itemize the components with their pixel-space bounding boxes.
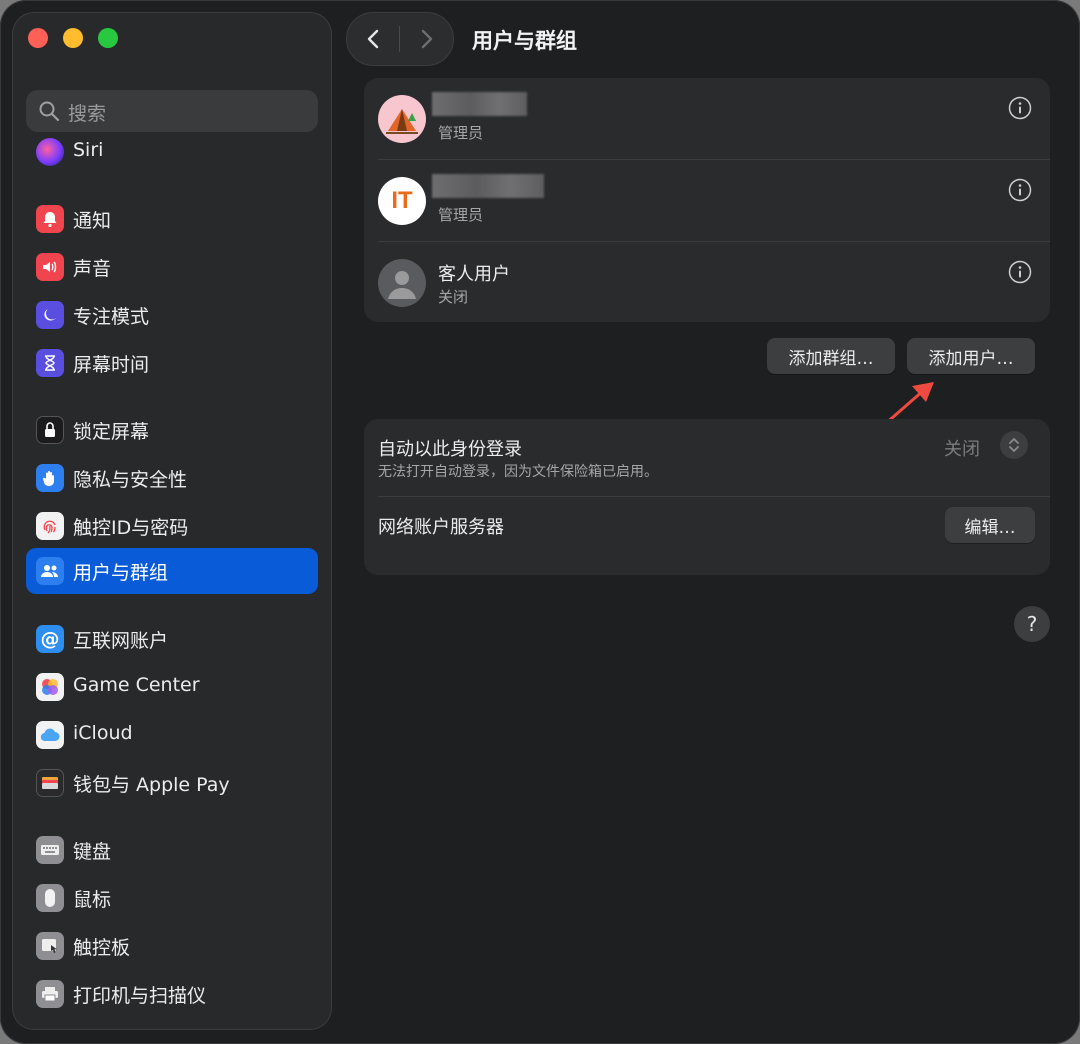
sidebar-item-label: 屏幕时间 — [73, 354, 150, 376]
edit-button[interactable]: 编辑… — [945, 507, 1035, 543]
info-icon[interactable] — [1008, 96, 1032, 120]
login-settings-card: 自动以此身份登录 无法打开自动登录，因为文件保险箱已启用。 关闭 网络账户服务器… — [364, 419, 1050, 575]
cloud-icon — [36, 721, 64, 749]
sidebar-item-focus[interactable]: 专注模式 — [26, 292, 318, 338]
siri-icon — [36, 138, 64, 166]
hand-icon — [36, 464, 64, 492]
it-avatar: IT — [378, 177, 426, 225]
add-group-button[interactable]: 添加群组… — [767, 338, 895, 374]
bell-icon — [36, 205, 64, 233]
sidebar-item-users-groups[interactable]: 用户与群组 — [26, 548, 318, 594]
sidebar-item-lock-screen[interactable]: 锁定屏幕 — [26, 407, 318, 453]
sidebar-item-wallet[interactable]: 钱包与 Apple Pay — [26, 760, 318, 806]
sidebar-item-game-center[interactable]: Game Center — [26, 664, 318, 710]
back-button[interactable] — [360, 25, 388, 53]
network-server-label: 网络账户服务器 — [378, 517, 504, 538]
hourglass-icon — [36, 349, 64, 377]
popup-stepper[interactable] — [1000, 431, 1028, 459]
info-icon[interactable] — [1008, 260, 1032, 284]
forward-button[interactable] — [412, 25, 440, 53]
user-name-redacted — [432, 92, 527, 116]
sidebar-item-privacy-security[interactable]: 隐私与安全性 — [26, 455, 318, 501]
user-role: 管理员 — [438, 124, 484, 142]
guest-avatar-icon — [378, 259, 426, 307]
moon-icon — [36, 301, 64, 329]
search-icon — [38, 100, 60, 126]
keyboard-icon — [36, 836, 64, 864]
sidebar-item-icloud[interactable]: iCloud — [26, 712, 318, 758]
user-name: 客人用户 — [438, 264, 510, 285]
sidebar-item-internet-accounts[interactable]: @ 互联网账户 — [26, 616, 318, 662]
user-row[interactable]: IT 管理员 — [364, 160, 1050, 242]
fingerprint-icon — [36, 512, 64, 540]
users-icon — [36, 557, 64, 585]
wallet-icon — [36, 769, 64, 797]
sidebar-item-printers[interactable]: 打印机与扫描仪 — [26, 971, 318, 1017]
sidebar-item-label: 用户与群组 — [73, 562, 169, 584]
row-separator — [378, 496, 1050, 497]
avatar-text: IT — [391, 187, 413, 214]
search-placeholder: 搜索 — [68, 103, 107, 125]
close-window-button[interactable] — [28, 28, 48, 48]
sidebar-item-label: 钱包与 Apple Pay — [73, 774, 230, 796]
nav-divider — [399, 26, 400, 52]
sidebar-item-label: 触控ID与密码 — [73, 517, 189, 539]
navigation-pill — [346, 12, 454, 66]
chevron-right-icon — [421, 29, 433, 49]
sidebar-item-label: 触控板 — [73, 937, 131, 959]
add-user-button[interactable]: 添加用户… — [907, 338, 1035, 374]
sidebar-item-label: iCloud — [73, 722, 133, 744]
sidebar-item-label: 键盘 — [73, 841, 112, 863]
sidebar-item-mouse[interactable]: 鼠标 — [26, 875, 318, 921]
sidebar-item-keyboard[interactable]: 键盘 — [26, 827, 318, 873]
sidebar-item-label: 鼠标 — [73, 889, 112, 911]
user-name-redacted — [432, 174, 544, 198]
camp-avatar-icon — [378, 95, 426, 143]
user-row[interactable]: 客人用户 关闭 — [364, 242, 1050, 324]
info-icon[interactable] — [1008, 178, 1032, 202]
sidebar-item-label: 通知 — [73, 210, 112, 232]
search-field[interactable]: 搜索 — [26, 90, 318, 132]
help-button[interactable]: ? — [1014, 606, 1050, 642]
sidebar-item-label: Siri — [73, 139, 104, 161]
sidebar-item-label: 声音 — [73, 258, 112, 280]
sidebar-item-screen-time[interactable]: 屏幕时间 — [26, 340, 318, 386]
sidebar-item-notifications[interactable]: 通知 — [26, 196, 318, 242]
users-list: 管理员 IT 管理员 客人用户 关闭 — [364, 78, 1050, 322]
sidebar-item-siri[interactable]: Siri — [26, 129, 318, 175]
chevron-left-icon — [367, 29, 379, 49]
auto-login-title: 自动以此身份登录 — [378, 439, 522, 460]
sidebar-item-label: Game Center — [73, 674, 200, 696]
chevron-updown-icon — [1009, 438, 1019, 452]
game-center-icon — [36, 673, 64, 701]
speaker-icon — [36, 253, 64, 281]
minimize-window-button[interactable] — [63, 28, 83, 48]
at-icon: @ — [36, 625, 64, 653]
sidebar-item-label: 锁定屏幕 — [73, 421, 150, 443]
sidebar-item-label: 互联网账户 — [73, 630, 169, 652]
user-role: 管理员 — [438, 206, 484, 224]
user-role: 关闭 — [438, 288, 469, 306]
sidebar-item-label: 打印机与扫描仪 — [73, 985, 207, 1007]
auto-login-value[interactable]: 关闭 — [944, 435, 980, 461]
mouse-icon — [36, 884, 64, 912]
sidebar-item-trackpad[interactable]: 触控板 — [26, 923, 318, 969]
auto-login-subtitle: 无法打开自动登录，因为文件保险箱已启用。 — [378, 464, 658, 480]
trackpad-icon — [36, 932, 64, 960]
lock-icon — [36, 416, 64, 444]
settings-window: 搜索 Siri 通知 声音 专注模式 屏幕时间 锁定屏幕 隐私与安全性 触控ID… — [0, 0, 1080, 1044]
page-title: 用户与群组 — [472, 29, 577, 53]
zoom-window-button[interactable] — [98, 28, 118, 48]
sidebar-item-touch-id[interactable]: 触控ID与密码 — [26, 503, 318, 549]
sidebar-item-label: 隐私与安全性 — [73, 469, 188, 491]
user-row[interactable]: 管理员 — [364, 78, 1050, 160]
printer-icon — [36, 980, 64, 1008]
sidebar-item-sound[interactable]: 声音 — [26, 244, 318, 290]
sidebar-item-label: 专注模式 — [73, 306, 150, 328]
